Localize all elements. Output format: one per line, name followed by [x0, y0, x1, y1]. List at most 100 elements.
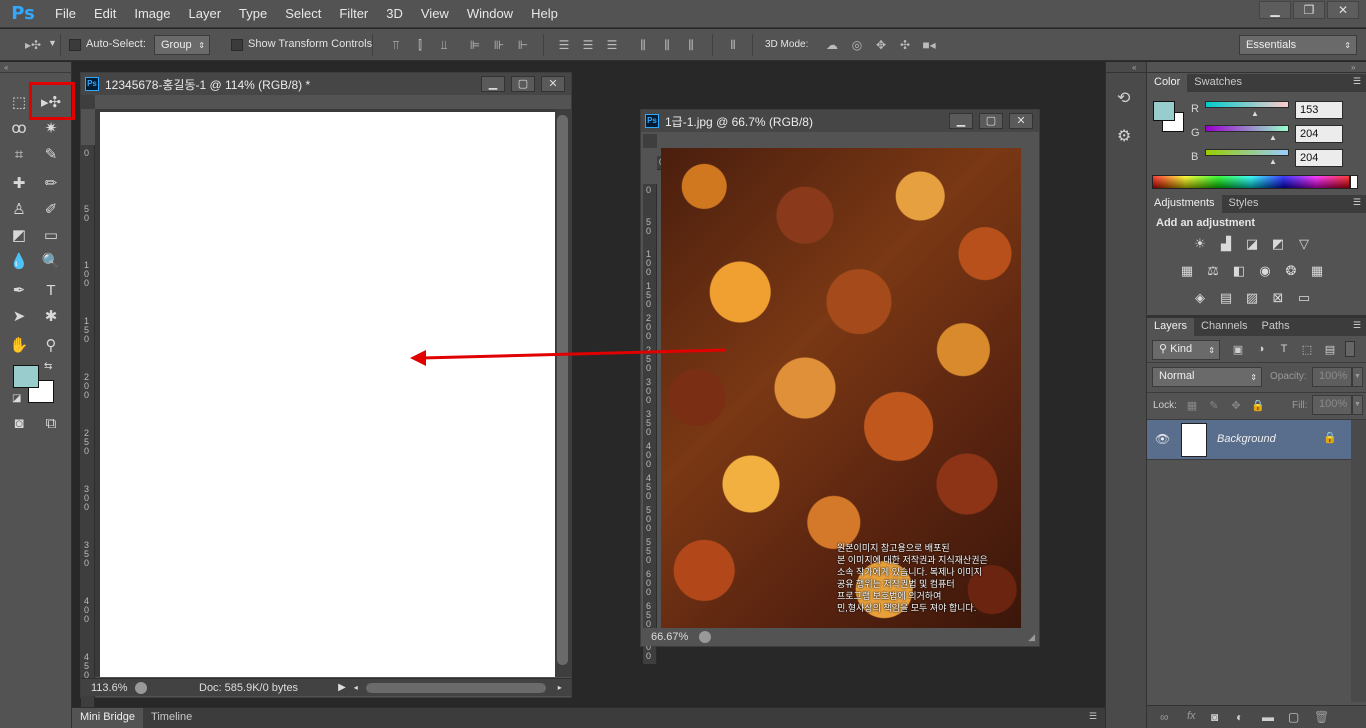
align-left-icon[interactable]: ⊫	[466, 37, 484, 53]
align-top-icon[interactable]: ⫪	[387, 37, 405, 53]
zoom-tool-icon[interactable]: ⚲	[38, 334, 64, 358]
3d-roll-icon[interactable]: ◎	[848, 37, 866, 53]
brightness-contrast-icon[interactable]: ☀	[1190, 235, 1210, 253]
lock-all-icon[interactable]: 🔒	[1251, 399, 1265, 413]
close-doc-1-button[interactable]: ✕	[541, 76, 565, 92]
exposure-icon[interactable]: ◩	[1268, 235, 1288, 253]
layer-name[interactable]: Background	[1217, 433, 1276, 445]
distribute-right-icon[interactable]: ⫼	[682, 37, 700, 53]
hand-tool-icon[interactable]: ✋	[6, 334, 32, 358]
menu-layer[interactable]: Layer	[180, 0, 231, 28]
auto-align-icon[interactable]: ⫴	[724, 37, 742, 53]
align-bottom-icon[interactable]: ⫫	[435, 37, 453, 53]
blend-mode-dropdown[interactable]: Normal ⇕	[1152, 367, 1262, 387]
align-vcenter-icon[interactable]: ⫿	[411, 37, 429, 53]
menu-3d[interactable]: 3D	[377, 0, 412, 28]
filter-pixel-icon[interactable]: ▣	[1231, 343, 1245, 357]
tab-swatches[interactable]: Swatches	[1187, 74, 1249, 92]
threshold-icon[interactable]: ▨	[1242, 289, 1262, 307]
vibrance-icon[interactable]: ▽	[1294, 235, 1314, 253]
filter-shape-icon[interactable]: ⬚	[1300, 343, 1314, 357]
gradient-map-icon[interactable]: ▭	[1294, 289, 1314, 307]
ruler-origin[interactable]	[81, 95, 95, 109]
history-brush-tool-icon[interactable]: ✐	[38, 198, 64, 222]
status-info-icon[interactable]	[135, 681, 147, 694]
default-colors-icon[interactable]: ◪	[12, 393, 21, 404]
brush-tool-icon[interactable]: ✏	[38, 172, 64, 196]
path-selection-tool-icon[interactable]: ➤	[6, 305, 32, 329]
align-right-icon[interactable]: ⊩	[514, 37, 532, 53]
3d-rotate-icon[interactable]: ☁	[823, 37, 841, 53]
distribute-hcenter-icon[interactable]: ⫼	[658, 37, 676, 53]
dodge-tool-icon[interactable]: 🔍	[38, 250, 64, 274]
eye-visibility-icon[interactable]: 👁	[1155, 432, 1170, 446]
chevron-down-icon[interactable]: ▼	[48, 38, 57, 48]
layer-filter-dropdown[interactable]: ⚲ Kind ⇕	[1152, 340, 1220, 360]
tab-styles[interactable]: Styles	[1222, 195, 1266, 213]
minimize-doc-2-button[interactable]: ▁	[949, 113, 973, 129]
3d-scale-icon[interactable]: ■◂	[920, 37, 938, 53]
distribute-vcenter-icon[interactable]: ☰	[579, 37, 597, 53]
menu-filter[interactable]: Filter	[330, 0, 377, 28]
zoom-level[interactable]: 113.6%	[81, 682, 128, 694]
filter-adjustment-icon[interactable]: ◑	[1254, 343, 1268, 357]
collapse-arrows-icon[interactable]: «	[1132, 63, 1136, 72]
collapse-arrows-icon[interactable]: «	[4, 63, 8, 72]
posterize-icon[interactable]: ▤	[1216, 289, 1236, 307]
black-white-icon[interactable]: ◧	[1229, 262, 1249, 280]
white-swatch[interactable]	[1350, 175, 1358, 189]
healing-brush-tool-icon[interactable]: ✚	[6, 172, 32, 196]
ruler-origin[interactable]	[643, 134, 657, 148]
3d-pan-icon[interactable]: ✥	[872, 37, 890, 53]
color-lookup-icon[interactable]: ▦	[1307, 262, 1327, 280]
history-panel-icon[interactable]: ⟲	[1117, 88, 1130, 108]
tab-mini-bridge[interactable]: Mini Bridge	[72, 708, 144, 728]
color-panel-foreground-swatch[interactable]	[1153, 101, 1175, 121]
color-spectrum-bar[interactable]	[1152, 175, 1350, 189]
panel-menu-icon[interactable]: ☰	[1347, 74, 1366, 92]
hue-saturation-icon[interactable]: ▦	[1177, 262, 1197, 280]
menu-type[interactable]: Type	[230, 0, 276, 28]
r-slider[interactable]	[1205, 101, 1289, 108]
g-slider-thumb[interactable]: ▲	[1269, 133, 1277, 142]
tab-timeline[interactable]: Timeline	[143, 708, 200, 728]
opacity-input[interactable]: 100%	[1312, 367, 1352, 387]
crop-tool-icon[interactable]: ⌗	[6, 143, 32, 167]
collapse-arrows-icon[interactable]: »	[1351, 63, 1355, 72]
opacity-dropdown-arrow[interactable]: ▼	[1352, 367, 1363, 387]
gradient-tool-icon[interactable]: ▭	[38, 224, 64, 248]
tab-layers[interactable]: Layers	[1147, 318, 1195, 336]
levels-icon[interactable]: ▟	[1216, 235, 1236, 253]
channel-mixer-icon[interactable]: ❂	[1281, 262, 1301, 280]
g-value-input[interactable]: 204	[1295, 125, 1343, 143]
eyedropper-tool-icon[interactable]: ✎	[38, 143, 64, 167]
tab-channels[interactable]: Channels	[1194, 318, 1254, 336]
blur-tool-icon[interactable]: 💧	[6, 250, 32, 274]
layers-scrollbar[interactable]	[1351, 420, 1366, 702]
close-app-button[interactable]: ✕	[1327, 1, 1359, 19]
auto-select-checkbox[interactable]	[69, 39, 81, 51]
swap-colors-icon[interactable]: ⇆	[44, 361, 52, 372]
tab-color[interactable]: Color	[1147, 74, 1188, 92]
new-layer-icon[interactable]: ▢	[1288, 710, 1299, 724]
auto-select-dropdown[interactable]: Group ⇕	[154, 35, 210, 55]
maximize-doc-2-button[interactable]: ▢	[979, 113, 1003, 129]
distribute-left-icon[interactable]: ⫼	[634, 37, 652, 53]
3d-slide-icon[interactable]: ✣	[896, 37, 914, 53]
add-mask-icon[interactable]: ◙	[1211, 710, 1218, 724]
menu-file[interactable]: File	[46, 0, 85, 28]
maximize-doc-1-button[interactable]: ▢	[511, 76, 535, 92]
b-slider-thumb[interactable]: ▲	[1269, 157, 1277, 166]
r-slider-thumb[interactable]: ▲	[1251, 109, 1259, 118]
zoom-level[interactable]: 66.67%	[641, 631, 693, 643]
type-tool-icon[interactable]: T	[38, 279, 64, 303]
layer-style-fx-icon[interactable]: fx	[1187, 710, 1196, 722]
trash-icon[interactable]: 🗑	[1314, 710, 1329, 724]
b-value-input[interactable]: 204	[1295, 149, 1343, 167]
filter-toggle-switch[interactable]	[1345, 341, 1355, 357]
pen-tool-icon[interactable]: ✒	[6, 279, 32, 303]
menu-window[interactable]: Window	[458, 0, 522, 28]
filter-smart-object-icon[interactable]: ▤	[1323, 343, 1337, 357]
scroll-right-icon[interactable]: ▸	[558, 683, 562, 692]
lock-transparent-icon[interactable]: ▦	[1185, 399, 1199, 413]
